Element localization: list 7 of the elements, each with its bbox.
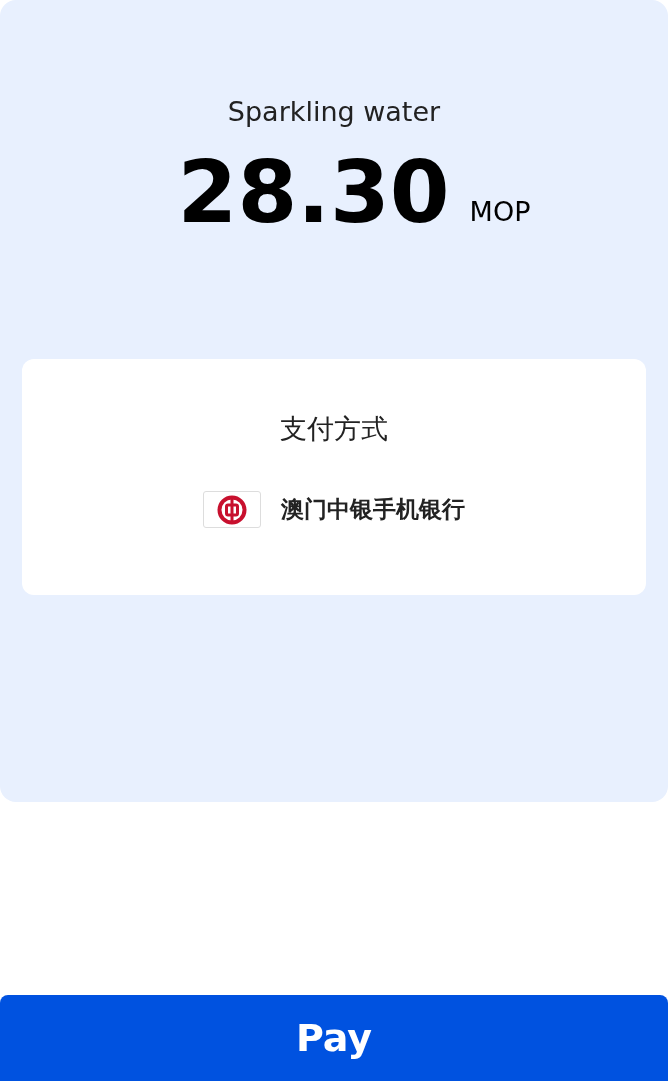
payment-title: 支付方式 (280, 411, 388, 446)
pay-button[interactable]: Pay (0, 995, 668, 1081)
currency: MOP (469, 195, 531, 229)
amount: 28.30 (177, 148, 450, 235)
payment-method: 澳门中银手机银行 (281, 495, 465, 525)
bank-logo-icon (203, 491, 261, 528)
product-name: Sparkling water (227, 95, 441, 129)
